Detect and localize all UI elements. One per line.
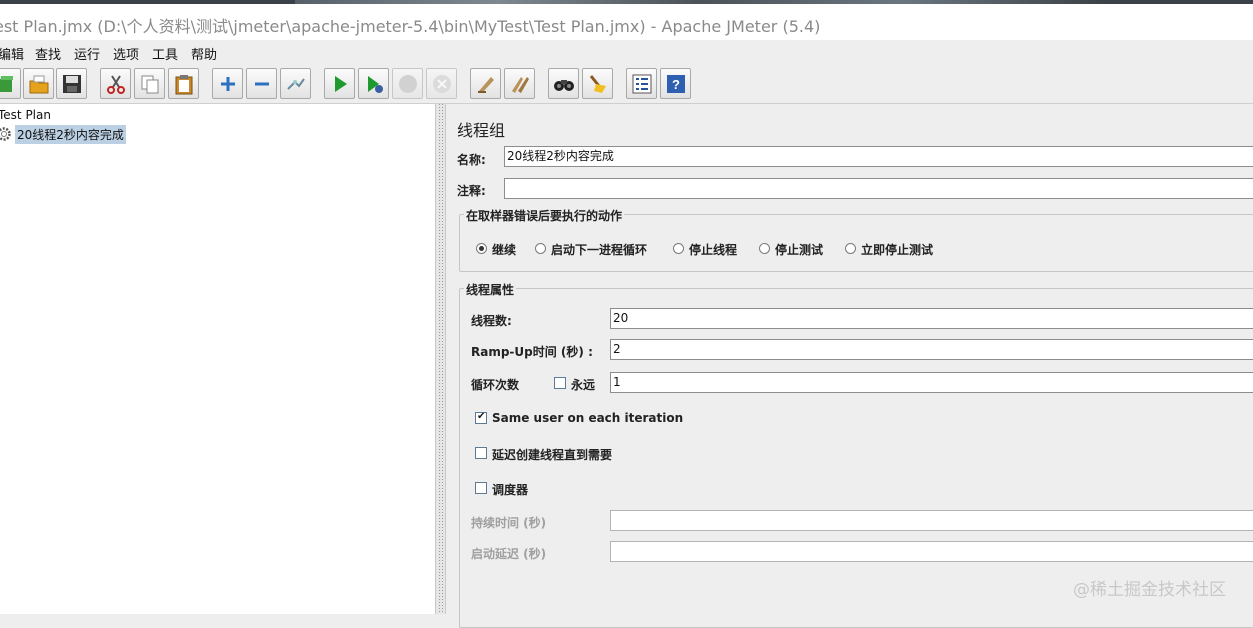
- tree-root-test-plan[interactable]: Test Plan: [0, 108, 51, 122]
- toggle-icon: [287, 78, 305, 90]
- loop-count-field[interactable]: 1: [610, 372, 1253, 393]
- clear-button[interactable]: [470, 68, 501, 99]
- reset-search-button[interactable]: [582, 68, 613, 99]
- tree-node-label: 20线程2秒内容完成: [15, 125, 126, 144]
- paste-button[interactable]: [168, 68, 199, 99]
- save-icon: [63, 75, 81, 93]
- expand-button[interactable]: [212, 68, 243, 99]
- comment-field[interactable]: [504, 178, 1253, 199]
- help-icon: ?: [667, 75, 685, 93]
- rampup-field[interactable]: 2: [610, 339, 1253, 360]
- gear-icon: [0, 127, 11, 141]
- collapse-icon: [255, 82, 269, 86]
- save-button[interactable]: [56, 68, 87, 99]
- split-pane-divider[interactable]: [435, 104, 446, 614]
- toolbar: ?: [0, 64, 1253, 104]
- duration-label: 持续时间 (秒): [471, 516, 547, 530]
- watermark: @稀土掘金技术社区: [1073, 580, 1226, 600]
- loop-count-label: 循环次数: [471, 378, 520, 392]
- start-icon: [335, 76, 347, 92]
- stop-icon: [399, 75, 417, 93]
- thread-group-panel: 线程组 名称: 20线程2秒内容完成 注释: 在取样器错误后要执行的动作 继续 …: [446, 104, 1253, 628]
- window-title: est Plan.jmx (D:\个人资料\测试\jmeter\apache-j…: [0, 17, 821, 36]
- menu-tools[interactable]: 工具: [152, 44, 178, 63]
- templates-icon: [0, 76, 13, 92]
- search-icon: [554, 80, 574, 91]
- start-no-pauses-button[interactable]: [358, 68, 389, 99]
- shutdown-button[interactable]: [426, 68, 457, 99]
- function-helper-button[interactable]: [626, 68, 657, 99]
- search-button[interactable]: [548, 68, 579, 99]
- toggle-button[interactable]: [280, 68, 311, 99]
- svg-text:?: ?: [672, 77, 680, 92]
- error-action-legend: 在取样器错误后要执行的动作: [464, 207, 625, 224]
- open-icon: [29, 75, 49, 94]
- function-helper-icon: [632, 74, 652, 94]
- menu-edit[interactable]: 编辑: [0, 44, 24, 63]
- threads-field[interactable]: 20: [610, 308, 1253, 329]
- title-bar: est Plan.jmx (D:\个人资料\测试\jmeter\apache-j…: [0, 4, 1253, 40]
- cut-icon: [107, 75, 125, 94]
- copy-button[interactable]: [134, 68, 165, 99]
- menu-run[interactable]: 运行: [74, 44, 100, 63]
- threads-label: 线程数:: [471, 314, 512, 328]
- start-no-pauses-icon: [368, 76, 383, 93]
- startup-delay-field[interactable]: [610, 541, 1253, 562]
- paste-icon: [175, 75, 193, 95]
- comment-label: 注释:: [457, 184, 486, 198]
- name-field[interactable]: 20线程2秒内容完成: [504, 146, 1253, 167]
- clear-all-button[interactable]: [504, 68, 535, 99]
- test-plan-tree: Test Plan 20线程2秒内容完成: [0, 104, 435, 614]
- clear-icon: [478, 77, 494, 93]
- shutdown-icon: [433, 75, 451, 93]
- start-button[interactable]: [324, 68, 355, 99]
- menu-options[interactable]: 选项: [113, 44, 139, 63]
- thread-properties-legend: 线程属性: [464, 281, 517, 298]
- stop-button[interactable]: [392, 68, 423, 99]
- reset-search-icon: [589, 75, 606, 93]
- duration-field[interactable]: [610, 510, 1253, 531]
- menu-search[interactable]: 查找: [35, 44, 61, 63]
- menu-help[interactable]: 帮助: [191, 44, 217, 63]
- expand-icon: [221, 77, 235, 91]
- panel-heading: 线程组: [457, 121, 506, 140]
- help-button[interactable]: ?: [660, 68, 691, 99]
- copy-icon: [141, 75, 159, 94]
- clear-all-icon: [512, 77, 529, 93]
- collapse-button[interactable]: [246, 68, 277, 99]
- startup-delay-label: 启动延迟 (秒): [471, 547, 547, 561]
- name-label: 名称:: [457, 153, 486, 167]
- open-button[interactable]: [23, 68, 54, 99]
- error-action-group: 在取样器错误后要执行的动作 继续 启动下一进程循环 停止线程 停止测试 立即停止…: [459, 207, 1253, 272]
- templates-button[interactable]: [0, 68, 21, 99]
- cut-button[interactable]: [100, 68, 131, 99]
- menu-bar: 编辑 查找 运行 选项 工具 帮助: [0, 40, 1253, 64]
- rampup-label: Ramp-Up时间 (秒) :: [471, 345, 593, 359]
